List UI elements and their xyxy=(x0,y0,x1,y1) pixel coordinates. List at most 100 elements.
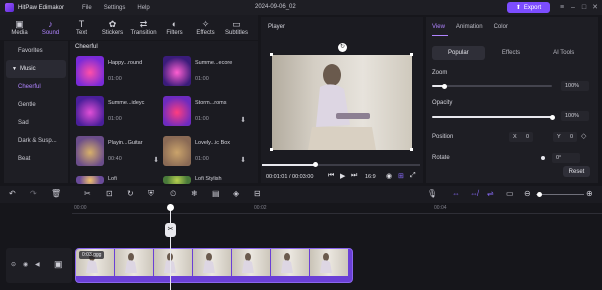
snap-icon[interactable]: ⇎ xyxy=(470,190,478,198)
timeline-zoom-knob[interactable] xyxy=(537,192,542,197)
play-icon[interactable]: ▶ xyxy=(340,172,345,180)
toolbar-transition[interactable]: ⇄ Transition xyxy=(128,15,159,40)
magnet-icon[interactable]: ⇌ xyxy=(487,190,494,198)
toolbar-media[interactable]: ▣ Media xyxy=(4,15,35,40)
music-card[interactable]: Happy...round 01:00 xyxy=(76,56,159,86)
rotate-value[interactable]: 0° xyxy=(552,153,580,163)
music-card[interactable]: Summe...ecore 01:00 xyxy=(163,56,246,86)
tab-view[interactable]: View xyxy=(432,24,445,30)
record-icon[interactable]: ⊟ xyxy=(254,190,261,198)
subtab-popular[interactable]: Popular xyxy=(432,46,485,60)
opacity-slider-knob[interactable] xyxy=(549,114,555,120)
track-lock-icon[interactable]: ⊝ xyxy=(11,261,16,268)
position-x-field[interactable]: X 0 xyxy=(509,132,533,142)
download-icon[interactable]: ⬇ xyxy=(240,156,246,164)
preview-video[interactable] xyxy=(272,55,412,150)
music-title: Storm...roms xyxy=(195,100,227,106)
fullscreen-icon[interactable]: ⤢ xyxy=(410,172,416,180)
menu-settings[interactable]: Settings xyxy=(104,5,126,11)
snapshot-icon[interactable]: ◉ xyxy=(386,172,392,180)
ai-tool-icon[interactable]: ◈ xyxy=(233,190,239,198)
track-mute-icon[interactable]: ◀ xyxy=(35,261,40,268)
crop-handle[interactable] xyxy=(410,53,413,56)
music-duration: 01:00 xyxy=(108,116,122,122)
crop-handle[interactable] xyxy=(270,148,273,151)
sidebar-item-gentle[interactable]: Gentle xyxy=(4,96,68,114)
split-icon[interactable]: ✂ xyxy=(84,190,91,198)
position-y-field[interactable]: Y 0 xyxy=(553,132,577,142)
toolbar-filters[interactable]: ◐ Filters xyxy=(159,15,190,40)
delete-icon[interactable]: 🗑 xyxy=(51,190,61,198)
music-card[interactable]: Storm...roms 01:00 ⬇ xyxy=(163,96,246,126)
sidebar-item-sad[interactable]: Sad xyxy=(4,114,68,132)
freeze-icon[interactable]: ❄ xyxy=(191,190,198,198)
music-card[interactable]: Lofi xyxy=(76,176,159,184)
sidebar-item-cheerful[interactable]: Cheerful xyxy=(4,78,68,96)
menu-help[interactable]: Help xyxy=(137,5,149,11)
link-icon[interactable]: ⇔ xyxy=(452,190,460,198)
player-progress-track[interactable] xyxy=(262,164,420,166)
music-duration: 01:00 xyxy=(195,76,209,82)
rotate-handle-icon[interactable]: ↻ xyxy=(338,43,347,52)
zoom-slider[interactable] xyxy=(432,83,552,89)
aspect-ratio-select[interactable]: 16:9 xyxy=(365,174,376,180)
tab-color[interactable]: Color xyxy=(494,24,508,30)
speed-icon[interactable]: ⏲ xyxy=(170,190,176,198)
crop-handle[interactable] xyxy=(410,148,413,151)
crop-tool-icon[interactable]: ⊡ xyxy=(106,190,113,198)
opacity-value[interactable]: 100% xyxy=(561,111,589,121)
music-duration: 01:00 xyxy=(108,76,122,82)
subtab-ai-tools[interactable]: AI Tools xyxy=(537,46,590,60)
toolbar-subtitles[interactable]: ▭ Subtitles xyxy=(221,15,252,40)
redo-icon[interactable]: ↷ xyxy=(30,190,37,198)
subtab-effects[interactable]: Effects xyxy=(485,46,538,60)
rotate-tool-icon[interactable]: ↻ xyxy=(127,190,134,198)
playhead-line[interactable] xyxy=(170,204,171,290)
close-icon[interactable]: ✕ xyxy=(590,3,600,12)
clip-frame xyxy=(310,249,348,276)
reset-position-icon[interactable]: ◇ xyxy=(581,132,586,140)
timeline-zoom-slider[interactable] xyxy=(536,194,584,195)
sidebar-item-music[interactable]: ▼ Music xyxy=(6,60,66,78)
crop-handle[interactable] xyxy=(270,53,273,56)
rotate-dial-icon[interactable] xyxy=(541,156,545,160)
fit-icon[interactable]: ▭ xyxy=(506,190,514,198)
maximize-icon[interactable]: □ xyxy=(579,3,589,12)
opacity-slider[interactable] xyxy=(432,114,555,120)
menu-icon[interactable]: ≡ xyxy=(557,3,567,12)
split-knob-icon[interactable]: ✂ xyxy=(165,223,176,237)
music-card[interactable]: Lovely...ic Box 01:00 ⬇ xyxy=(163,136,246,166)
toolbar-sound[interactable]: ♪ Sound xyxy=(35,15,66,40)
track-visibility-icon[interactable]: ◉ xyxy=(23,261,28,268)
minimize-icon[interactable]: – xyxy=(568,3,578,12)
zoom-slider-knob[interactable] xyxy=(441,83,447,89)
video-clip[interactable]: 0:03.ggg xyxy=(75,248,353,283)
toolbar-text[interactable]: T Text xyxy=(66,15,97,40)
music-card[interactable]: Summe...ideyc 01:00 xyxy=(76,96,159,126)
music-card[interactable]: Playin...Guitar 00:40 ⬇ xyxy=(76,136,159,166)
playhead-handle[interactable] xyxy=(167,204,174,211)
crop-icon[interactable]: ⊞ xyxy=(398,172,404,180)
zoom-out-icon[interactable]: ⊖ xyxy=(524,190,531,198)
export-button[interactable]: ⬆ Export xyxy=(507,2,550,13)
zoom-in-icon[interactable]: ⊕ xyxy=(586,190,593,198)
track-cover-icon[interactable]: ▣ xyxy=(54,259,63,270)
zoom-value[interactable]: 100% xyxy=(561,81,589,91)
caption-icon[interactable]: ▤ xyxy=(212,190,220,198)
sidebar-item-beat[interactable]: Beat xyxy=(4,150,68,168)
microphone-icon[interactable]: 🎙 xyxy=(427,190,437,198)
reset-button[interactable]: Reset xyxy=(563,166,590,177)
shield-icon[interactable]: ⛨ xyxy=(148,190,154,198)
prev-frame-icon[interactable]: ⏮ xyxy=(328,172,334,180)
toolbar-effects[interactable]: ✧ Effects xyxy=(190,15,221,40)
toolbar-stickers[interactable]: ✿ Stickers xyxy=(97,15,128,40)
menu-file[interactable]: File xyxy=(82,5,92,11)
sidebar-item-dark-suspense[interactable]: Dark & Susp... xyxy=(4,132,68,150)
music-card[interactable]: Lofi Stylish xyxy=(163,176,246,184)
download-icon[interactable]: ⬇ xyxy=(153,156,159,164)
next-frame-icon[interactable]: ⏭ xyxy=(351,172,357,180)
download-icon[interactable]: ⬇ xyxy=(240,116,246,124)
sidebar-item-favorites[interactable]: Favorites xyxy=(4,42,68,60)
tab-animation[interactable]: Animation xyxy=(456,24,483,30)
undo-icon[interactable]: ↶ xyxy=(9,190,16,198)
